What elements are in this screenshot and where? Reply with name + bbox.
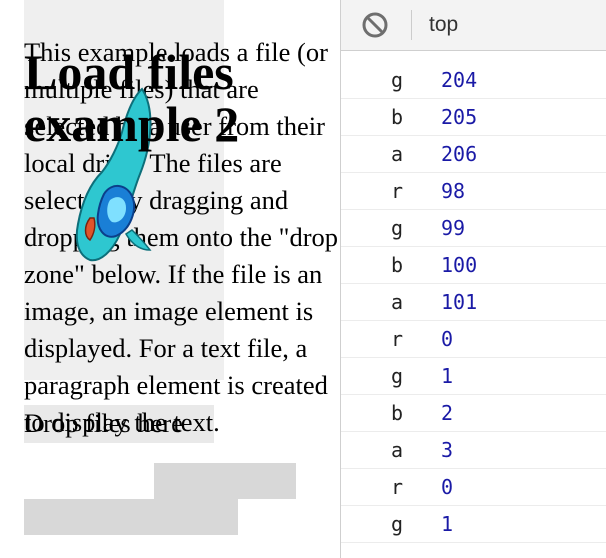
log-key: a bbox=[391, 438, 404, 462]
devtools-console-panel: top g 204 b 205 a 206 r 98 g 99 b 100 a 101 r 0 g 1 b 2 a 3 r 0… bbox=[340, 0, 606, 558]
log-value: 0 bbox=[441, 327, 454, 351]
log-value: 101 bbox=[441, 290, 478, 314]
console-log-row: g 99 bbox=[341, 210, 606, 247]
page-title: Load files example 2 bbox=[24, 44, 240, 152]
console-log-row: r0 bbox=[341, 321, 606, 358]
log-value: 205 bbox=[441, 105, 478, 129]
log-key: a bbox=[391, 142, 404, 166]
text-highlight bbox=[154, 463, 296, 499]
console-toolbar: top bbox=[341, 0, 606, 51]
log-key: b bbox=[391, 401, 404, 425]
log-key: g bbox=[391, 364, 404, 388]
text-highlight bbox=[24, 499, 238, 535]
console-log-row: r0 bbox=[341, 469, 606, 506]
log-value: 206 bbox=[441, 142, 478, 166]
log-value: 0 bbox=[441, 475, 454, 499]
console-log-row: a 206 bbox=[341, 136, 606, 173]
context-selector[interactable]: top bbox=[429, 10, 458, 40]
drop-zone-label: Drop files here bbox=[24, 408, 183, 438]
page-content: This example loads a file (or multiple f… bbox=[0, 0, 340, 558]
console-log-row: g1 bbox=[341, 358, 606, 395]
toolbar-divider bbox=[411, 10, 412, 40]
log-key: g bbox=[391, 512, 404, 536]
log-value: 3 bbox=[441, 438, 454, 462]
console-log-row: b 205 bbox=[341, 99, 606, 136]
clear-console-icon[interactable] bbox=[361, 11, 389, 39]
console-log: g 204 b 205 a 206 r 98 g 99 b 100 a 101 r 0 g 1 b 2 a 3 r 0 g 1 bbox=[341, 62, 606, 543]
console-log-row: b 100 bbox=[341, 247, 606, 284]
log-key: b bbox=[391, 105, 404, 129]
console-log-row: r 98 bbox=[341, 173, 606, 210]
log-value: 204 bbox=[441, 68, 478, 92]
log-value: 2 bbox=[441, 401, 454, 425]
console-log-row: g 204 bbox=[341, 62, 606, 99]
log-key: a bbox=[391, 290, 404, 314]
log-key: g bbox=[391, 216, 404, 240]
log-value: 1 bbox=[441, 364, 454, 388]
log-value: 99 bbox=[441, 216, 466, 240]
console-log-row: b2 bbox=[341, 395, 606, 432]
log-value: 98 bbox=[441, 179, 466, 203]
log-key: b bbox=[391, 253, 404, 277]
console-log-row: a3 bbox=[341, 432, 606, 469]
console-log-row: a 101 bbox=[341, 284, 606, 321]
log-key: r bbox=[391, 475, 404, 499]
log-key: r bbox=[391, 327, 404, 351]
log-value: 100 bbox=[441, 253, 478, 277]
log-key: g bbox=[391, 68, 404, 92]
log-key: r bbox=[391, 179, 404, 203]
log-value: 1 bbox=[441, 512, 454, 536]
console-log-row: g1 bbox=[341, 506, 606, 543]
